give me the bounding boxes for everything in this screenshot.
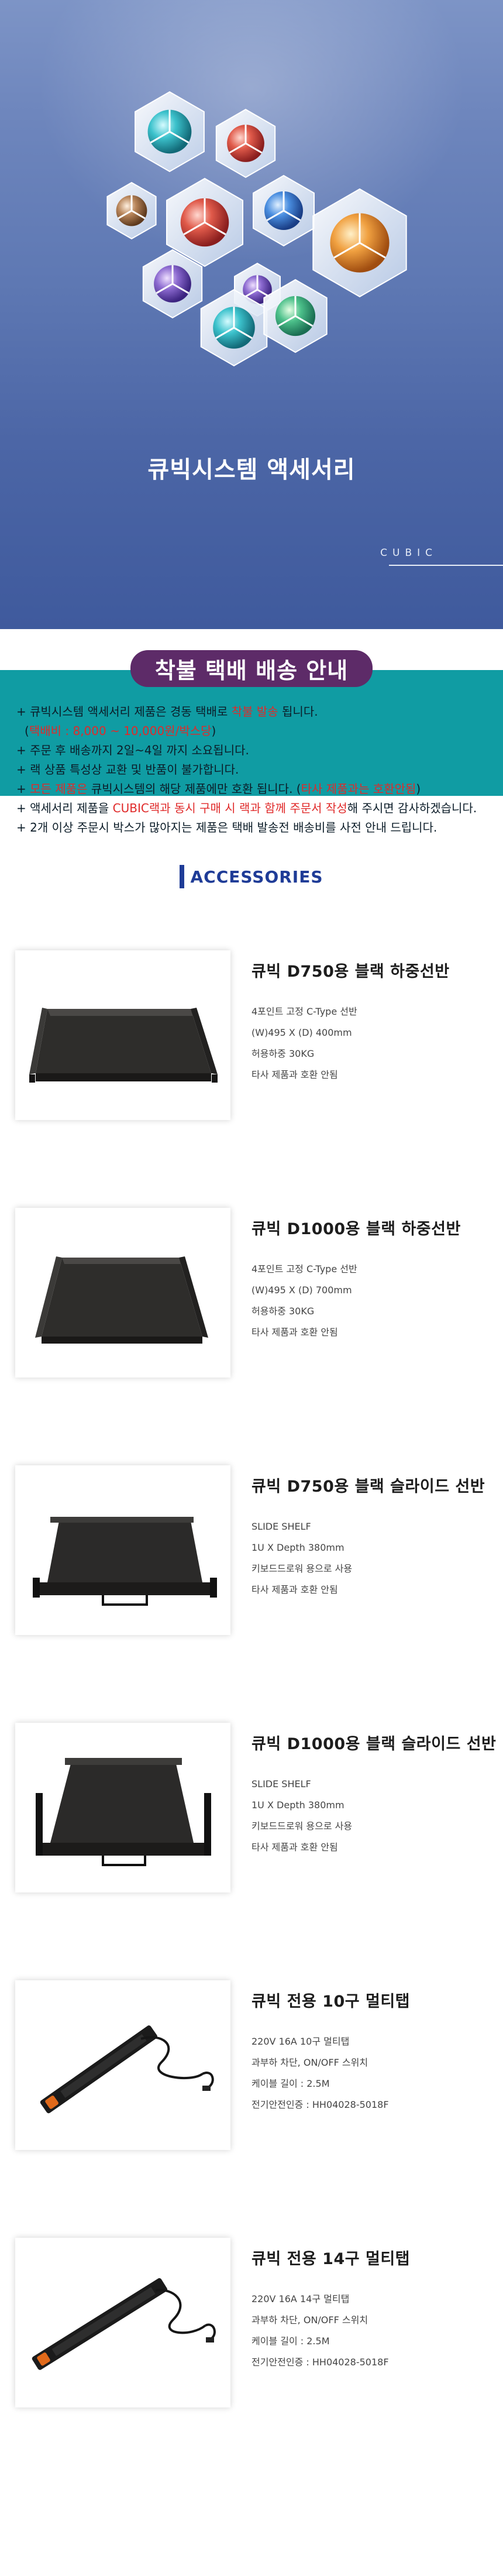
spec-line: 220V 16A 14구 멀티탭 (252, 2293, 350, 2304)
notice-text: + (16, 782, 30, 796)
notice-highlight: 모든 제품은 (30, 782, 88, 796)
spec-line: 전기안전인증 : HH04028-5018F (252, 2357, 389, 2368)
hero-brand-label: CUBIC (380, 547, 437, 559)
notice-text: + 큐빅시스템 액세서리 제품은 경동 택배로 (16, 705, 232, 719)
notice-highlight: 타사 제품과는 호환안됨 (301, 782, 416, 796)
heading-accent-bar (180, 865, 185, 888)
product-info: 큐빅 D750용 블랙 하중선반 4포인트 고정 C-Type 선반 (W)49… (252, 959, 497, 1086)
notice-list: + 큐빅시스템 액세서리 제품은 경동 택배로 착불 발송 됩니다. (택배비 … (16, 702, 477, 837)
notice-text: 큐빅시스템의 해당 제품에만 호환 됩니다. ( (87, 782, 301, 796)
product-list: 큐빅 D750용 블랙 하중선반 4포인트 고정 C-Type 선반 (W)49… (0, 900, 503, 2445)
product-image (15, 1465, 230, 1635)
spec-line: 과부하 차단, ON/OFF 스위치 (252, 2314, 368, 2326)
notice-line: + 큐빅시스템 액세서리 제품은 경동 택배로 착불 발송 됩니다. (16, 702, 477, 722)
product-image (15, 1723, 230, 1892)
slide-shelf-image (36, 1758, 211, 1866)
accessories-heading-text: ACCESSORIES (190, 867, 323, 887)
notice-text: + 액세서리 제품을 (16, 801, 113, 815)
spec-line: 허용하중 30KG (252, 1306, 315, 1317)
spec-line: 키보드드로워 용으로 사용 (252, 1821, 353, 1832)
notice-text: + 랙 상품 특성상 교환 및 반품이 불가합니다. (16, 763, 239, 777)
product-info: 큐빅 D750용 블랙 슬라이드 선반 SLIDE SHELF 1U X Dep… (252, 1474, 497, 1600)
product-specs: 220V 16A 10구 멀티탭 과부하 차단, ON/OFF 스위치 케이블 … (252, 2031, 497, 2115)
notice-highlight: 택배비 : 8,000 ~ 10,000원/박스당 (29, 724, 212, 738)
hero-banner: 큐빅시스템 액세서리 CUBIC (0, 0, 503, 629)
spec-line: 타사 제품과 호환 안됨 (252, 1584, 338, 1595)
spec-line: 전기안전인증 : HH04028-5018F (252, 2099, 389, 2110)
product-image (15, 1980, 230, 2150)
notice-text: 해 주시면 감사하겠습니다. (347, 801, 477, 815)
spec-line: 4포인트 고정 C-Type 선반 (252, 1006, 357, 1017)
product-name: 큐빅 D1000용 블랙 슬라이드 선반 (252, 1735, 497, 1753)
product-name: 큐빅 전용 14구 멀티탭 (252, 2250, 410, 2268)
notice-text: ( (25, 724, 29, 738)
spec-line: 220V 16A 10구 멀티탭 (252, 2036, 350, 2047)
product-specs: 4포인트 고정 C-Type 선반 (W)495 X (D) 400mm 허용하… (252, 1001, 497, 1086)
notice-text: ) (211, 724, 216, 738)
product-name: 큐빅 전용 10구 멀티탭 (252, 1993, 410, 2011)
product-image (15, 2238, 230, 2407)
spec-line: SLIDE SHELF (252, 1778, 311, 1790)
product-item: 큐빅 D750용 블랙 하중선반 4포인트 고정 C-Type 선반 (W)49… (0, 900, 503, 1158)
spec-line: 4포인트 고정 C-Type 선반 (252, 1263, 357, 1275)
product-name: 큐빅 D750용 블랙 하중선반 (252, 963, 450, 981)
product-info: 큐빅 전용 14구 멀티탭 220V 16A 14구 멀티탭 과부하 차단, O… (252, 2246, 497, 2373)
spec-line: 타사 제품과 호환 안됨 (252, 1842, 338, 1853)
product-image (15, 950, 230, 1120)
spec-line: 케이블 길이 : 2.5M (252, 2335, 330, 2347)
spec-line: SLIDE SHELF (252, 1521, 311, 1532)
product-item: 큐빅 D1000용 블랙 하중선반 4포인트 고정 C-Type 선반 (W)4… (0, 1158, 503, 1415)
spec-line: 1U X Depth 380mm (252, 1799, 344, 1811)
product-info: 큐빅 전용 10구 멀티탭 220V 16A 10구 멀티탭 과부하 차단, O… (252, 1988, 497, 2115)
spec-line: (W)495 X (D) 700mm (252, 1284, 352, 1296)
shelf-tray-image (29, 1008, 218, 1083)
power-strip-image (40, 2025, 214, 2114)
shipping-notice: 착불 택배 배송 안내 + 큐빅시스템 액세서리 제품은 경동 택배로 착불 발… (0, 650, 503, 834)
product-item: 큐빅 전용 10구 멀티탭 220V 16A 10구 멀티탭 과부하 차단, O… (0, 1930, 503, 2187)
product-info: 큐빅 D1000용 블랙 하중선반 4포인트 고정 C-Type 선반 (W)4… (252, 1216, 497, 1343)
notice-line: + 랙 상품 특성상 교환 및 반품이 불가합니다. (16, 760, 477, 779)
shelf-tray-image (35, 1256, 208, 1344)
notice-highlight: 착불 발송 (231, 705, 278, 719)
product-specs: 220V 16A 14구 멀티탭 과부하 차단, ON/OFF 스위치 케이블 … (252, 2289, 497, 2373)
notice-text: + 2개 이상 주문시 박스가 많아지는 제품은 택배 발송전 배송비를 사전 … (16, 820, 437, 834)
notice-text: 됩니다. (278, 705, 318, 719)
hero-title: 큐빅시스템 액세서리 (147, 456, 356, 483)
spec-line: 허용하중 30KG (252, 1048, 315, 1059)
product-specs: SLIDE SHELF 1U X Depth 380mm 키보드드로워 용으로 … (252, 1516, 497, 1600)
notice-line: + 액세서리 제품을 CUBIC랙과 동시 구매 시 랙과 함께 주문서 작성해… (16, 799, 477, 818)
notice-text: + 주문 후 배송까지 2일~4일 까지 소요됩니다. (16, 743, 249, 757)
product-specs: SLIDE SHELF 1U X Depth 380mm 키보드드로워 용으로 … (252, 1774, 497, 1858)
product-name: 큐빅 D1000용 블랙 하중선반 (252, 1220, 461, 1238)
slide-shelf-image (33, 1517, 217, 1606)
product-item: 큐빅 전용 14구 멀티탭 220V 16A 14구 멀티탭 과부하 차단, O… (0, 2187, 503, 2445)
accessories-heading: ACCESSORIES (0, 865, 503, 900)
spec-line: (W)495 X (D) 400mm (252, 1027, 352, 1038)
spec-line: 1U X Depth 380mm (252, 1542, 344, 1553)
notice-line: + 2개 이상 주문시 박스가 많아지는 제품은 택배 발송전 배송비를 사전 … (16, 818, 477, 837)
hexagon-spheres-graphic (106, 91, 407, 367)
product-image (15, 1208, 230, 1378)
spec-line: 과부하 차단, ON/OFF 스위치 (252, 2057, 368, 2068)
spec-line: 타사 제품과 호환 안됨 (252, 1069, 338, 1080)
notice-line: (택배비 : 8,000 ~ 10,000원/박스당) (16, 722, 477, 741)
spec-line: 타사 제품과 호환 안됨 (252, 1327, 338, 1338)
notice-highlight: CUBIC랙과 동시 구매 시 랙과 함께 주문서 작성 (112, 801, 347, 815)
product-item: 큐빅 D1000용 블랙 슬라이드 선반 SLIDE SHELF 1U X De… (0, 1672, 503, 1930)
product-info: 큐빅 D1000용 블랙 슬라이드 선반 SLIDE SHELF 1U X De… (252, 1731, 497, 1858)
notice-line: + 모든 제품은 큐빅시스템의 해당 제품에만 호환 됩니다. (타사 제품과는… (16, 779, 477, 799)
spec-line: 케이블 길이 : 2.5M (252, 2078, 330, 2089)
product-item: 큐빅 D750용 블랙 슬라이드 선반 SLIDE SHELF 1U X Dep… (0, 1415, 503, 1672)
spec-line: 키보드드로워 용으로 사용 (252, 1563, 353, 1574)
power-strip-image (32, 2278, 216, 2370)
product-specs: 4포인트 고정 C-Type 선반 (W)495 X (D) 700mm 허용하… (252, 1259, 497, 1343)
product-name: 큐빅 D750용 블랙 슬라이드 선반 (252, 1478, 485, 1496)
hero-divider (389, 565, 503, 566)
notice-line: + 주문 후 배송까지 2일~4일 까지 소요됩니다. (16, 741, 477, 760)
notice-text: ) (416, 782, 421, 796)
notice-title: 착불 택배 배송 안내 (130, 650, 373, 687)
